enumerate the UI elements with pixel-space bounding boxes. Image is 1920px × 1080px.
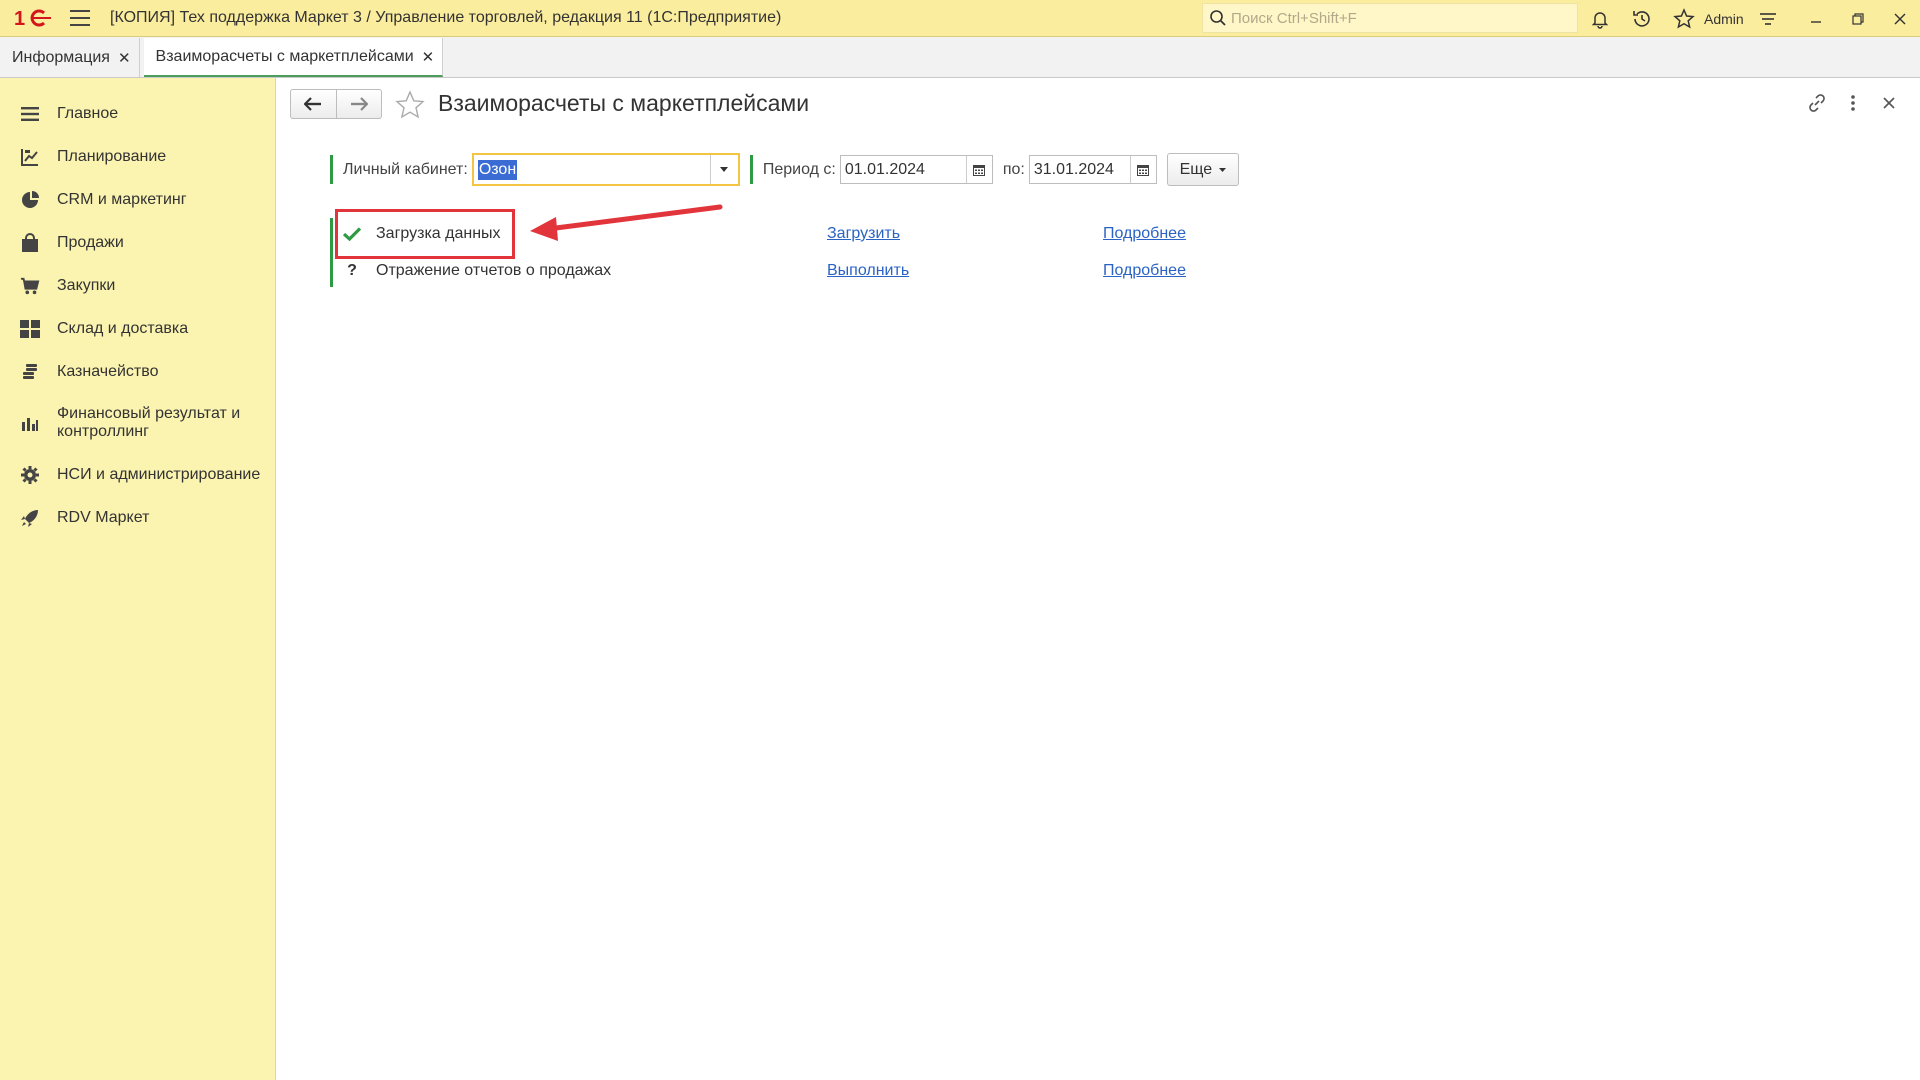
tab-information[interactable]: Информация ✕ (0, 38, 140, 77)
calendar-icon[interactable] (965, 156, 992, 183)
cabinet-label: Личный кабинет: (343, 160, 468, 178)
sidebar-item-rdv-market[interactable]: RDV Маркет (0, 496, 275, 539)
chevron-down-icon (1219, 167, 1227, 172)
sidebar-item-purchases[interactable]: Закупки (0, 264, 275, 307)
close-form-icon[interactable] (1878, 92, 1900, 114)
period-to-label: по: (1002, 160, 1025, 178)
filters-row: Личный кабинет: Озон Период с: по: Еще (330, 153, 1239, 186)
gear-icon (20, 465, 40, 485)
global-search[interactable] (1202, 3, 1578, 33)
tab-marketplace-settlements[interactable]: Взаиморасчеты с маркетплейсами ✕ (143, 38, 444, 77)
close-icon[interactable]: ✕ (118, 49, 131, 67)
minimize-icon[interactable] (1802, 5, 1830, 33)
arrow-right-icon (350, 97, 368, 111)
sidebar-item-crm[interactable]: CRM и маркетинг (0, 178, 275, 221)
coins-icon (20, 362, 40, 382)
required-marker (330, 155, 333, 184)
sidebar-item-treasury[interactable]: Казначейство (0, 350, 275, 393)
cabinet-select[interactable]: Озон (471, 153, 740, 186)
planning-icon (20, 147, 40, 167)
annotation-highlight-box (335, 209, 515, 259)
period-to-input[interactable] (1029, 156, 1130, 183)
search-icon (1210, 10, 1226, 26)
details-link[interactable]: Подробнее (1103, 262, 1186, 280)
menu-icon (20, 104, 40, 124)
bar-chart-icon (20, 413, 40, 433)
list-item: ? Отражение отчетов о продажах Выполнить… (330, 255, 1230, 287)
form-tools (1806, 92, 1900, 114)
user-name[interactable]: Admin (1704, 11, 1744, 27)
shopping-bag-icon (20, 232, 40, 253)
warehouse-icon (20, 319, 40, 339)
load-link[interactable]: Загрузить (827, 225, 900, 243)
period-to-field[interactable] (1028, 155, 1157, 184)
open-windows-tabs: Информация ✕ Взаиморасчеты с маркетплейс… (0, 37, 1920, 78)
sidebar-item-sales[interactable]: Продажи (0, 221, 275, 264)
more-actions-icon[interactable] (1842, 92, 1864, 114)
link-icon[interactable] (1806, 92, 1828, 114)
main-menu-icon[interactable] (70, 10, 90, 26)
sidebar: Главное Планирование CRM и маркетинг Про… (0, 78, 276, 1080)
details-link[interactable]: Подробнее (1103, 225, 1186, 243)
back-button[interactable] (291, 90, 337, 118)
period-from-field[interactable] (839, 155, 993, 184)
annotation-arrow-icon (530, 204, 723, 241)
execute-link[interactable]: Выполнить (827, 262, 909, 280)
history-icon[interactable] (1628, 5, 1656, 33)
sidebar-item-financial-result[interactable]: Финансовый результат и контроллинг (0, 393, 275, 453)
favorites-star-icon[interactable] (1670, 5, 1698, 33)
restore-icon[interactable] (1844, 5, 1872, 33)
question-icon: ? (347, 262, 357, 279)
title-bar: 1 [КОПИЯ] Тех поддержка Маркет 3 / Управ… (0, 0, 1920, 37)
add-to-favorites-star-icon[interactable] (395, 90, 425, 125)
settings-lines-icon[interactable] (1754, 5, 1782, 33)
history-nav (290, 89, 382, 119)
1c-logo-icon[interactable]: 1 (14, 7, 52, 29)
more-button[interactable]: Еще (1166, 153, 1239, 186)
required-marker (749, 155, 753, 184)
app-title: [КОПИЯ] Тех поддержка Маркет 3 / Управле… (110, 9, 782, 26)
sidebar-item-warehouse[interactable]: Склад и доставка (0, 307, 275, 350)
pie-chart-icon (20, 190, 40, 210)
page-title: Взаиморасчеты с маркетплейсами (438, 90, 810, 116)
cart-icon (20, 276, 40, 296)
sidebar-item-planning[interactable]: Планирование (0, 135, 275, 178)
forward-button[interactable] (337, 90, 382, 118)
step-name: Отражение отчетов о продажах (376, 262, 612, 279)
close-window-icon[interactable] (1886, 5, 1914, 33)
search-input[interactable] (1231, 9, 1561, 27)
period-from-label: Период с: (762, 160, 836, 178)
dropdown-arrow-icon[interactable] (709, 155, 738, 184)
bell-icon[interactable] (1586, 5, 1614, 33)
tab-label: Информация (12, 48, 110, 66)
arrow-left-icon (304, 97, 322, 111)
period-from-input[interactable] (840, 156, 966, 183)
rocket-icon (20, 508, 40, 528)
sidebar-item-admin[interactable]: НСИ и администрирование (0, 453, 275, 496)
close-icon[interactable]: ✕ (422, 48, 435, 66)
tab-label: Взаиморасчеты с маркетплейсами (155, 47, 414, 65)
svg-text:1: 1 (14, 8, 25, 29)
cabinet-value[interactable]: Озон (477, 159, 518, 180)
titlebar-tools: Admin (1586, 0, 1914, 37)
calendar-icon[interactable] (1129, 156, 1156, 183)
sidebar-item-main[interactable]: Главное (0, 92, 275, 135)
